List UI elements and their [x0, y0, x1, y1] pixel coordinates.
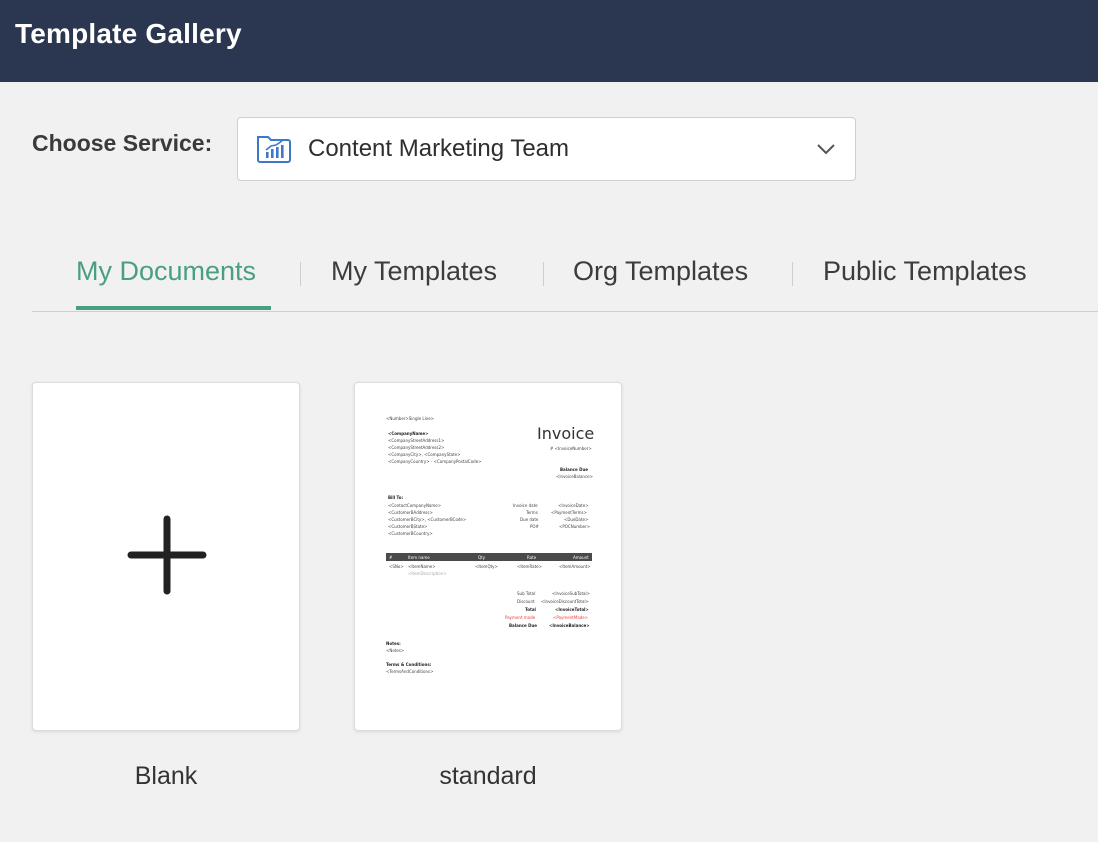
bill-to-line: <CustomerBCity>, <CustomerBCode>	[388, 517, 467, 522]
bill-to-line: <CustomerBAddress>	[388, 510, 433, 515]
tab-separator	[300, 262, 301, 286]
company-line: <CompanyCountry> - <CompanyPostalCode>	[388, 459, 482, 464]
balance-due-label: Balance Due	[560, 467, 589, 472]
bill-to-line: <ContactCompanyName>	[388, 503, 442, 508]
tab-my-documents[interactable]: My Documents	[76, 256, 256, 287]
template-tabs: My Documents My Templates Org Templates …	[32, 240, 1098, 312]
blank-template-card[interactable]	[32, 382, 300, 731]
table-header-cell: #	[389, 555, 393, 560]
terms-label: Terms & Conditions:	[386, 662, 432, 667]
number-field: <Number>Single Line>	[386, 416, 435, 421]
balance-due-value: <InvoiceBalance>	[556, 474, 593, 479]
total-value: <InvoiceTotal>	[555, 607, 589, 612]
app-header: Template Gallery	[0, 0, 1098, 82]
service-select-value: Content Marketing Team	[308, 135, 570, 162]
meta-value: <PaymentTerms>	[551, 510, 587, 515]
service-select[interactable]: Content Marketing Team	[237, 117, 856, 181]
total-value: <InvoiceDiscountTotal>	[541, 599, 589, 604]
table-cell: <ItemQty>	[475, 564, 498, 569]
total-label: Balance Due	[509, 623, 538, 628]
chevron-down-icon	[817, 144, 835, 155]
invoice-title: Invoice	[537, 424, 595, 443]
tab-separator	[543, 262, 544, 286]
meta-label: Due date	[520, 517, 539, 522]
company-name: <CompanyName>	[388, 431, 429, 436]
table-cell: <ItemAmount>	[559, 564, 591, 569]
invoice-preview: <Number>Single Line> <CompanyName> <Comp…	[355, 383, 621, 730]
company-line: <CompanyCity>, <CompanyState>	[388, 452, 461, 457]
meta-value: <DueDate>	[564, 517, 589, 522]
active-tab-indicator	[76, 306, 271, 310]
tab-public-templates[interactable]: Public Templates	[823, 256, 1027, 287]
bill-to-line: <CustomerBState>	[388, 524, 428, 529]
table-header-cell: Amount	[573, 555, 589, 560]
total-label: Payment made	[505, 615, 536, 620]
page-title: Template Gallery	[15, 18, 242, 49]
folder-chart-icon	[257, 136, 291, 163]
invoice-number: # <InvoiceNumber>	[550, 446, 592, 451]
table-cell: <SNo>	[389, 564, 404, 569]
company-line: <CompanyStreetAddress1>	[388, 438, 445, 443]
meta-value: <InvoiceDate>	[558, 503, 589, 508]
meta-label: Invoice date	[513, 503, 538, 508]
total-label: Discount	[517, 599, 535, 604]
table-header-cell: Qty	[478, 555, 486, 560]
standard-card-label: standard	[439, 762, 537, 790]
service-label: Choose Service:	[32, 130, 213, 156]
table-cell: <ItemRate>	[517, 564, 542, 569]
table-header-cell: Item name	[408, 555, 430, 560]
total-label: Total	[525, 607, 536, 612]
terms-value: <TermsAndConditions>	[386, 669, 434, 674]
company-line: <CompanyStreetAddress2>	[388, 445, 445, 450]
notes-value: <Notes>	[386, 648, 405, 653]
table-header-cell: Rate	[527, 555, 537, 560]
item-description: <ItemDescription>	[408, 571, 447, 576]
meta-label: PO#	[530, 524, 539, 529]
meta-value: <POCNumber>	[559, 524, 591, 529]
total-value: <PaymentMade>	[553, 615, 589, 620]
bill-to-label: Bill To:	[388, 495, 404, 500]
bill-to-line: <CustomerBCountry>	[388, 531, 433, 536]
notes-label: Notes:	[386, 641, 401, 646]
tab-org-templates[interactable]: Org Templates	[573, 256, 748, 287]
meta-label: Terms	[526, 510, 538, 515]
total-label: Sub Total	[517, 591, 536, 596]
total-value: <InvoiceSubTotal>	[552, 591, 590, 596]
total-value: <InvoiceBalance>	[549, 623, 590, 628]
tab-my-templates[interactable]: My Templates	[331, 256, 497, 287]
table-cell: <ItemName>	[408, 564, 436, 569]
standard-template-card[interactable]: <Number>Single Line> <CompanyName> <Comp…	[354, 382, 622, 731]
blank-card-label: Blank	[134, 762, 198, 790]
tab-separator	[792, 262, 793, 286]
plus-icon	[127, 515, 207, 595]
